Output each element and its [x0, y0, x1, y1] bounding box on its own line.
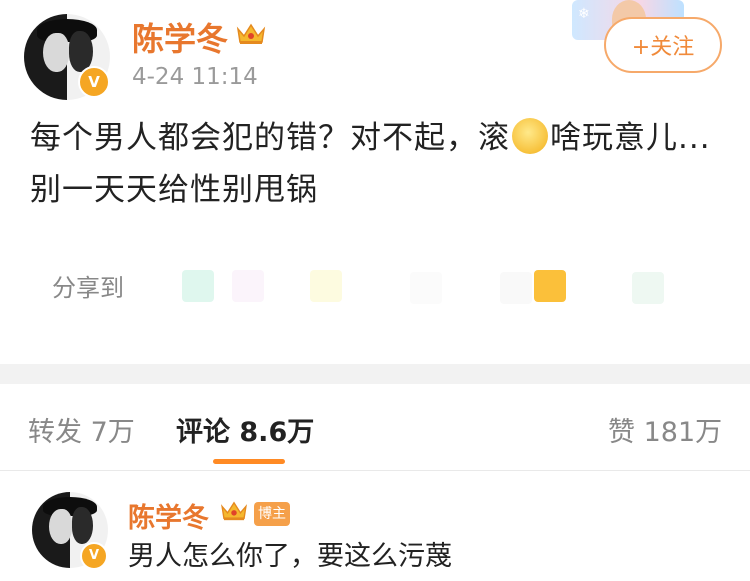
tab-likes[interactable]: 赞 181万: [608, 410, 722, 449]
follow-button[interactable]: +关注: [604, 17, 722, 73]
tab-repost[interactable]: 转发 7万: [28, 410, 135, 449]
tabs-bottom-border: [0, 470, 750, 471]
author-name[interactable]: 陈学冬: [132, 14, 228, 60]
share-target-icon-5[interactable]: [500, 272, 532, 304]
share-target-icon-6[interactable]: [534, 270, 566, 302]
share-target-icon-2[interactable]: [232, 270, 264, 302]
avatar-face-left: [48, 508, 72, 544]
commenter-name[interactable]: 陈学冬: [128, 496, 209, 535]
avatar-face-left: [42, 32, 69, 73]
post-text-part1: 每个男人都会犯的错？对不起，滚: [30, 120, 510, 156]
follow-label: +关注: [631, 35, 695, 60]
share-target-icon-4[interactable]: [410, 272, 442, 304]
comment-text: 男人怎么你了，要这么污蔑: [128, 541, 452, 572]
commenter-verified-badge-icon: V: [80, 542, 108, 570]
thinking-face-emoji-icon: [512, 118, 548, 154]
share-label: 分享到: [52, 274, 124, 302]
crown-icon: [236, 23, 266, 44]
share-target-icon-3[interactable]: [310, 270, 342, 302]
tab-comments[interactable]: 评论 8.6万: [176, 410, 314, 449]
post-content: 每个男人都会犯的错？对不起，滚 啥玩意儿...别一天天给性别甩锅: [30, 112, 720, 216]
verified-badge-icon: V: [78, 66, 110, 98]
share-target-icon-1[interactable]: [182, 270, 214, 302]
crown-icon: [221, 501, 247, 521]
section-divider: [0, 364, 750, 384]
active-tab-indicator: [213, 459, 285, 464]
author-badge: 博主: [254, 502, 290, 526]
snowflake-icon: ❄: [578, 6, 590, 22]
avatar-face-right: [71, 507, 93, 544]
share-target-icon-7[interactable]: [632, 272, 664, 304]
post-timestamp: 4-24 11:14: [132, 64, 258, 90]
